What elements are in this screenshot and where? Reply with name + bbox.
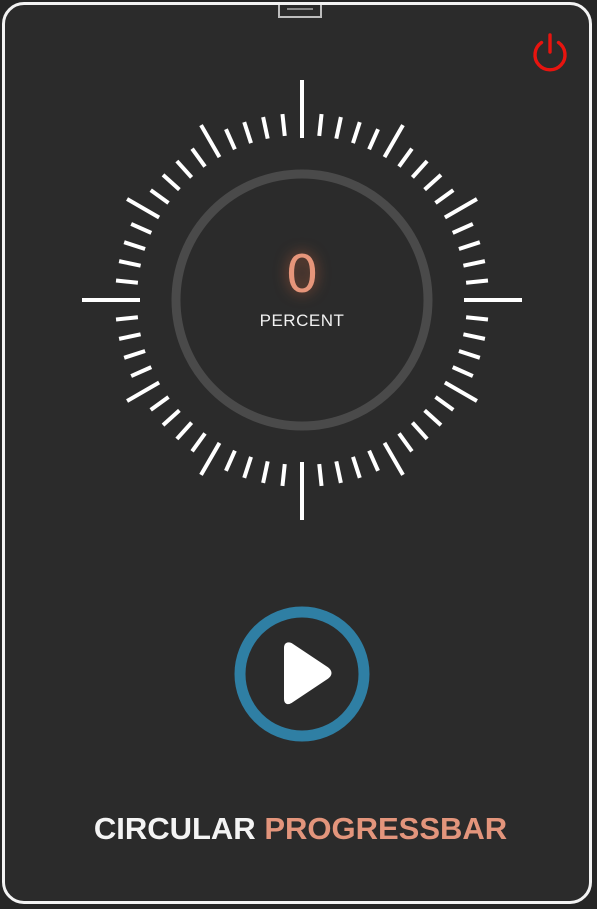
dial-tick	[410, 421, 429, 441]
dial-tick	[317, 113, 324, 137]
play-icon	[234, 606, 370, 742]
dial-tick	[242, 121, 253, 144]
percent-value: 0	[285, 245, 319, 305]
dial-tick	[410, 159, 429, 179]
dial-tick	[351, 456, 362, 479]
dial-tick	[317, 463, 324, 487]
dial-tick	[115, 315, 139, 322]
percent-label: PERCENT	[259, 311, 345, 330]
progress-readout: 0 PERCENT	[202, 245, 402, 331]
dial-tick	[462, 332, 486, 341]
dial-tick	[175, 421, 194, 441]
title-word-progressbar: PROGRESSBAR	[264, 811, 508, 846]
dial-tick	[465, 278, 489, 285]
dial-tick	[261, 116, 270, 140]
dial-tick	[123, 240, 146, 251]
dial-tick	[382, 441, 405, 476]
dial-tick	[458, 349, 481, 360]
dial-tick	[351, 121, 362, 144]
dial-tick	[334, 116, 343, 140]
dial-tick	[130, 365, 153, 378]
dial-tick	[130, 222, 153, 235]
dial-tick	[199, 124, 222, 159]
dial-tick	[451, 222, 474, 235]
dial-tick	[224, 128, 237, 151]
dial-tick	[126, 380, 161, 403]
dial-tick	[367, 449, 380, 472]
dial-tick	[334, 460, 343, 484]
app-title: CIRCULAR PROGRESSBAR	[5, 809, 589, 849]
dial-tick	[115, 278, 139, 285]
dial-tick	[397, 147, 414, 168]
power-icon	[533, 33, 567, 72]
dial-tick	[434, 188, 455, 205]
dial-tick	[397, 432, 414, 453]
dial-tick	[242, 456, 253, 479]
dial-tick	[423, 173, 443, 192]
dial-tick	[423, 408, 443, 427]
dial-tick	[190, 432, 207, 453]
dial-tick	[280, 463, 287, 487]
dial-tick	[118, 259, 142, 268]
dial-tick	[367, 128, 380, 151]
dial-tick	[443, 380, 478, 403]
dial-tick	[123, 349, 146, 360]
device-frame: 0 PERCENT CIRCULAR PROGRESSBAR	[2, 2, 592, 904]
title-word-circular: CIRCULAR	[93, 811, 256, 846]
dial-tick	[280, 113, 287, 137]
device-notch	[278, 5, 322, 18]
dial-tick	[443, 197, 478, 220]
dial-tick	[175, 159, 194, 179]
dial-tick	[451, 365, 474, 378]
dial-tick	[149, 395, 170, 412]
dial-tick	[126, 197, 161, 220]
dial-tick	[465, 315, 489, 322]
dial-tick	[118, 332, 142, 341]
dial-tick	[261, 460, 270, 484]
dial-tick	[199, 441, 222, 476]
power-button[interactable]	[528, 31, 572, 75]
dial-tick	[458, 240, 481, 251]
dial-tick	[190, 147, 207, 168]
dial-tick	[382, 124, 405, 159]
dial-tick	[161, 408, 181, 427]
play-button[interactable]	[233, 605, 371, 743]
dial-tick	[462, 259, 486, 268]
dial-tick	[161, 173, 181, 192]
dial-tick	[224, 449, 237, 472]
dial-tick	[149, 188, 170, 205]
dial-tick	[434, 395, 455, 412]
